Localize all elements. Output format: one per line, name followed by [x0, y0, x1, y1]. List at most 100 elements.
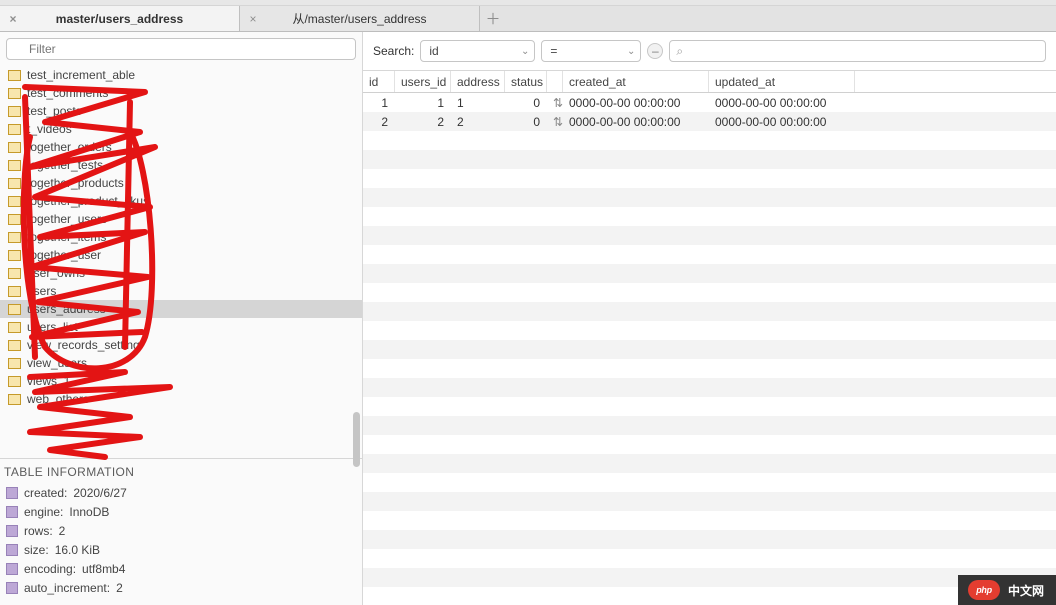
tab-master-users-address[interactable]: × master/users_address [0, 6, 240, 31]
table-item[interactable]: web_others [0, 390, 362, 408]
table-item[interactable]: together_items [0, 228, 362, 246]
cell-status[interactable]: 0 [505, 96, 547, 110]
cube-icon [6, 506, 18, 518]
grid-stripes [363, 131, 1056, 605]
col-header-id[interactable]: id [363, 71, 395, 92]
sort-icon[interactable]: ⇅ [547, 115, 563, 129]
badge-text: 中文网 [1008, 582, 1044, 599]
table-icon [8, 214, 21, 225]
grid-body: 1110⇅0000-00-00 00:00:000000-00-00 00:00… [363, 93, 1056, 131]
table-item[interactable]: together_users [0, 210, 362, 228]
col-header-created[interactable]: created_at [563, 71, 709, 92]
tables-list[interactable]: test_increment_abletest_comments test_pos… [0, 64, 362, 458]
close-icon[interactable]: × [7, 12, 19, 24]
data-grid[interactable]: id users_id address status created_at up… [363, 71, 1056, 605]
table-item[interactable]: together_products [0, 174, 362, 192]
table-icon [8, 196, 21, 207]
cell-users-id[interactable]: 2 [395, 115, 451, 129]
table-item[interactable]: together_tests [0, 156, 362, 174]
table-icon [8, 232, 21, 243]
watermark-badge: php 中文网 [958, 575, 1056, 605]
php-logo-icon: php [968, 580, 1000, 600]
table-item[interactable]: user_owns [0, 264, 362, 282]
table-item-label: web_others [27, 392, 89, 406]
cell-updated-at[interactable]: 0000-00-00 00:00:00 [709, 96, 855, 110]
table-item-label: together_user [27, 248, 101, 262]
cell-address[interactable]: 1 [451, 96, 505, 110]
table-item-label: t_videos [27, 122, 72, 136]
table-info-header: TABLE INFORMATION [0, 458, 362, 483]
search-field-select[interactable]: id ⌄ [420, 40, 535, 62]
table-item[interactable]: test_increment_able [0, 66, 362, 84]
col-header-users-id[interactable]: users_id [395, 71, 451, 92]
table-item[interactable]: t_videos [0, 120, 362, 138]
search-value-input[interactable]: ⌕ [669, 40, 1046, 62]
table-item[interactable]: together_user [0, 246, 362, 264]
remove-filter-button[interactable]: – [647, 43, 663, 59]
sidebar: ⌕ test_increment_abletest_commentstest_p… [0, 32, 363, 605]
table-icon [8, 304, 21, 315]
sort-icon[interactable]: ⇅ [547, 96, 563, 110]
table-item-label: view_users [27, 356, 87, 370]
table-item[interactable]: test_posts [0, 102, 362, 120]
table-item-label: user_owns [27, 266, 85, 280]
table-item-label: together_orders [27, 140, 112, 154]
cube-icon [6, 487, 18, 499]
table-icon [8, 268, 21, 279]
table-item-label: test_posts [27, 104, 82, 118]
search-value-field[interactable] [687, 44, 1037, 58]
table-item[interactable]: view_records_setting [0, 336, 362, 354]
table-item[interactable]: together_orders [0, 138, 362, 156]
table-icon [8, 124, 21, 135]
cube-icon [6, 544, 18, 556]
tab-label: 从/master/users_address [292, 10, 426, 27]
table-icon [8, 70, 21, 81]
scrollbar[interactable] [353, 412, 360, 467]
info-size: size: 16.0 KiB [6, 540, 356, 559]
col-header-sort[interactable] [547, 71, 563, 92]
cell-created-at[interactable]: 0000-00-00 00:00:00 [563, 96, 709, 110]
table-item[interactable]: view_users [0, 354, 362, 372]
table-item[interactable]: together_product_skus [0, 192, 362, 210]
table-item[interactable]: users_address [0, 300, 362, 318]
table-row[interactable]: 1110⇅0000-00-00 00:00:000000-00-00 00:00… [363, 93, 1056, 112]
table-icon [8, 358, 21, 369]
cell-address[interactable]: 2 [451, 115, 505, 129]
close-icon[interactable]: × [247, 12, 259, 24]
cell-status[interactable]: 0 [505, 115, 547, 129]
table-info: created: 2020/6/27 engine: InnoDB rows: … [0, 483, 362, 605]
table-item-label: together_items [27, 230, 106, 244]
search-bar: Search: id ⌄ = ⌄ – ⌕ [363, 32, 1056, 71]
search-icon: ⌕ [676, 44, 683, 59]
col-header-updated[interactable]: updated_at [709, 71, 855, 92]
add-tab-button[interactable]: ＋ [480, 6, 506, 31]
table-item-label: together_product_skus [27, 194, 149, 208]
table-icon [8, 160, 21, 171]
table-row[interactable]: 2220⇅0000-00-00 00:00:000000-00-00 00:00… [363, 112, 1056, 131]
cell-updated-at[interactable]: 0000-00-00 00:00:00 [709, 115, 855, 129]
info-engine: engine: InnoDB [6, 502, 356, 521]
tab-cong-master-users-address[interactable]: × 从/master/users_address [240, 6, 480, 31]
table-item[interactable]: test_comments [0, 84, 362, 102]
info-created: created: 2020/6/27 [6, 483, 356, 502]
table-item[interactable]: users_list [0, 318, 362, 336]
tab-label: master/users_address [56, 12, 183, 26]
cell-users-id[interactable]: 1 [395, 96, 451, 110]
table-item-label: together_users [27, 212, 107, 226]
cell-created-at[interactable]: 0000-00-00 00:00:00 [563, 115, 709, 129]
table-icon [8, 88, 21, 99]
tab-bar: × master/users_address × 从/master/users_… [0, 6, 1056, 32]
table-icon [8, 250, 21, 261]
col-header-status[interactable]: status [505, 71, 547, 92]
grid-header: id users_id address status created_at up… [363, 71, 1056, 93]
table-item[interactable]: users [0, 282, 362, 300]
table-item-label: users [27, 284, 56, 298]
cell-id[interactable]: 2 [363, 115, 395, 129]
table-item[interactable]: views_1 [0, 372, 362, 390]
cell-id[interactable]: 1 [363, 96, 395, 110]
search-operator-select[interactable]: = ⌄ [541, 40, 641, 62]
table-item-label: views_1 [27, 374, 70, 388]
col-header-address[interactable]: address [451, 71, 505, 92]
table-icon [8, 340, 21, 351]
filter-input[interactable] [6, 38, 356, 60]
